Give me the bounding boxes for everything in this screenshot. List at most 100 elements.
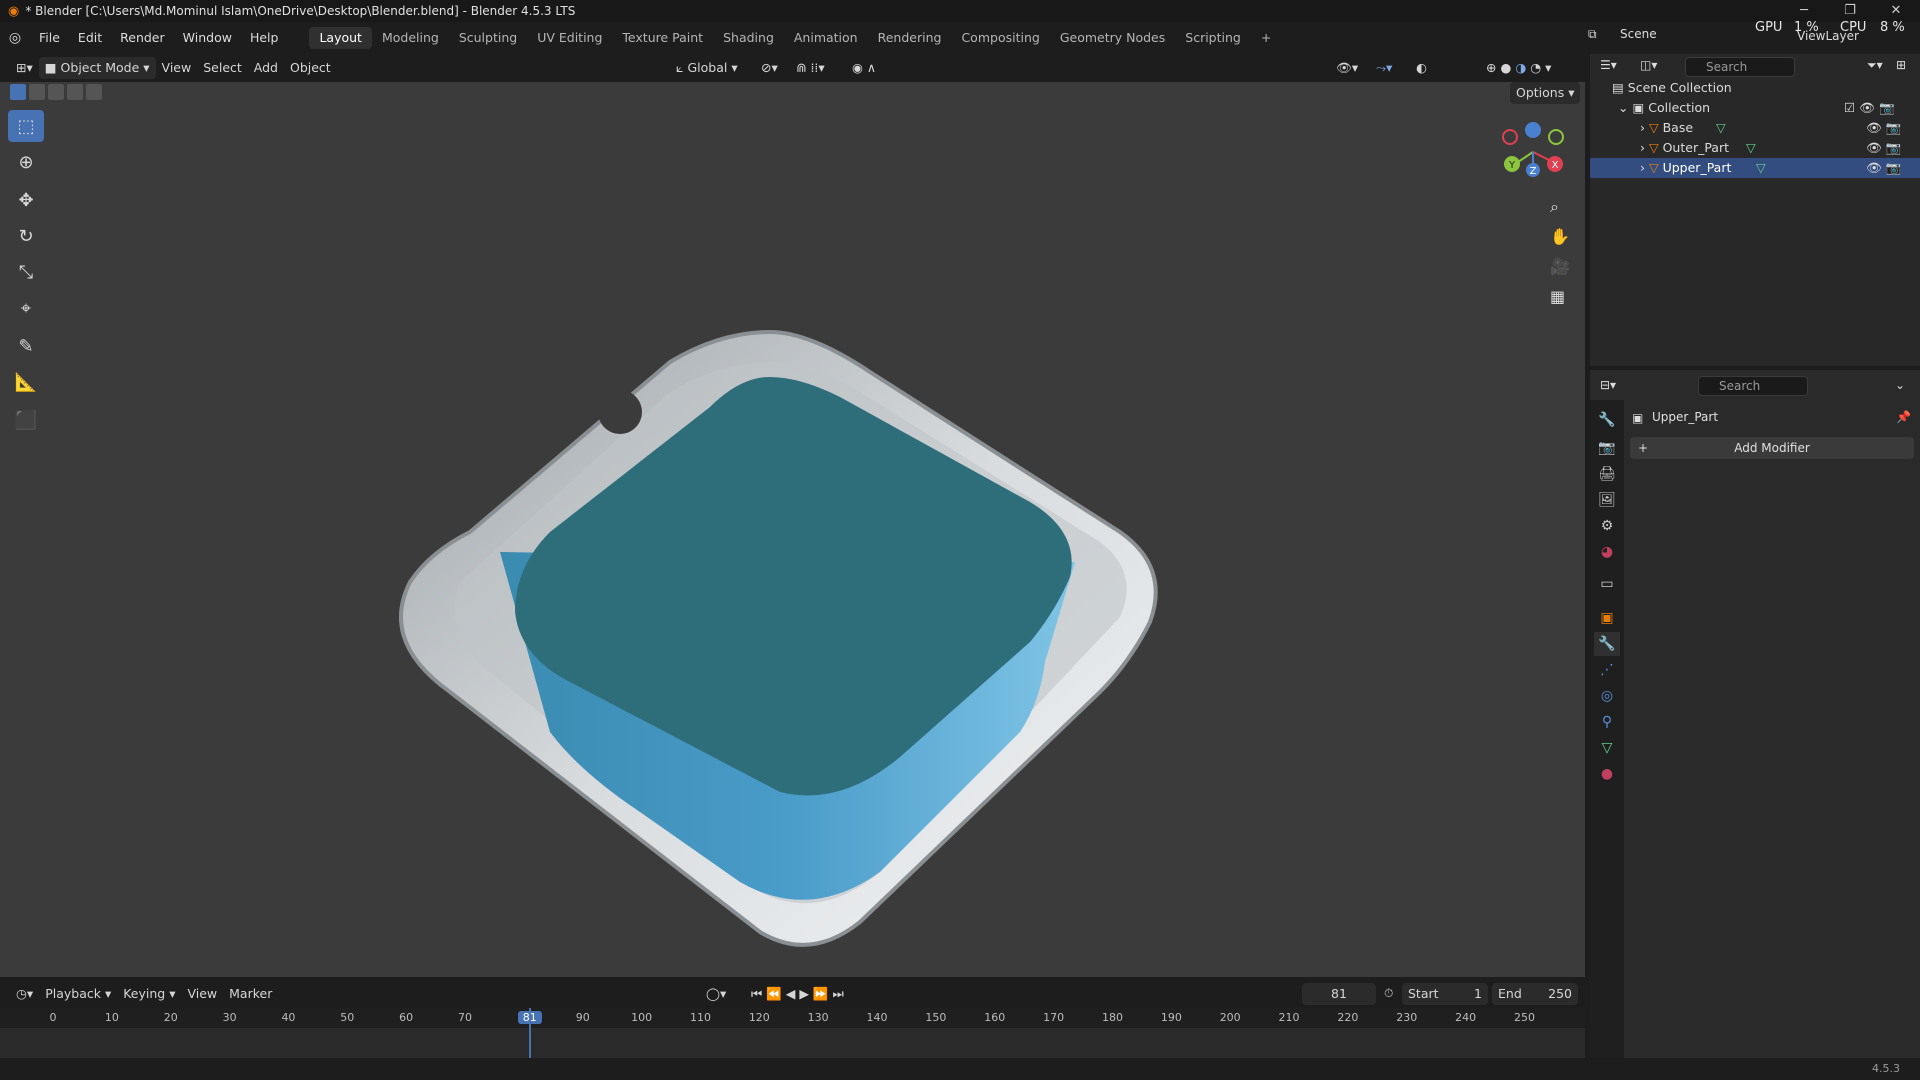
outliner-item-upper-part[interactable]: › ▽ Upper_Part ▽ 👁 📷	[1590, 158, 1920, 178]
tab-uv-editing[interactable]: UV Editing	[527, 27, 612, 49]
maximize-icon[interactable]: ❐	[1830, 2, 1870, 20]
visibility-icon[interactable]: 👁▾	[1330, 57, 1364, 79]
expand-icon[interactable]: ›	[1640, 120, 1645, 135]
properties-editor-icon[interactable]: ⊟▾	[1600, 378, 1616, 392]
physics-tab-icon[interactable]: ◎	[1594, 684, 1620, 708]
shading-modes[interactable]: ⊕ ● ◑ ◔ ▾	[1480, 57, 1557, 79]
collection-row[interactable]: ⌄ ▣ Collection ☑ 👁 📷	[1618, 98, 1918, 118]
data-tab-icon[interactable]: ▽	[1594, 736, 1620, 760]
tray-object-render[interactable]	[340, 232, 1200, 972]
select-mode-buttons[interactable]	[10, 84, 102, 100]
collection-tab-icon[interactable]: ▭	[1594, 572, 1620, 596]
world-tab-icon[interactable]: ◕	[1594, 540, 1620, 564]
orientation-dropdown[interactable]: ⟀ Global ▾	[670, 57, 744, 79]
tab-texture-paint[interactable]: Texture Paint	[612, 27, 713, 49]
pan-hand-icon[interactable]: ✋	[1550, 227, 1570, 246]
scene-name[interactable]: Scene	[1620, 27, 1657, 41]
row-controls[interactable]: 👁 📷	[1866, 138, 1901, 158]
filter-icon[interactable]: ⏷▾	[1867, 58, 1883, 73]
mode-dropdown[interactable]: ■ Object Mode ▾	[38, 57, 156, 79]
add-cube-icon[interactable]: ⬛	[8, 404, 44, 436]
annotate-icon[interactable]: ✎	[8, 330, 44, 362]
tab-rendering[interactable]: Rendering	[868, 27, 952, 49]
menu-timeline-view[interactable]: View	[181, 983, 223, 1005]
scene-tab-icon[interactable]: ⚙	[1594, 514, 1620, 538]
row-controls[interactable]: 👁 📷	[1866, 158, 1901, 178]
proportional-edit-icon[interactable]: ◉ ∧	[846, 57, 882, 79]
output-tab-icon[interactable]: 🖨	[1594, 462, 1620, 486]
material-tab-icon[interactable]: ●	[1594, 762, 1620, 786]
tab-layout[interactable]: Layout	[309, 27, 372, 49]
modifier-tab-icon[interactable]: 🔧	[1594, 632, 1620, 656]
outliner-item-outer-part[interactable]: › ▽ Outer_Part ▽ 👁 📷	[1640, 138, 1918, 158]
menu-keying[interactable]: Keying ▾	[117, 983, 181, 1005]
menu-add[interactable]: Add	[248, 57, 284, 79]
record-icon[interactable]: ◯▾	[700, 983, 732, 1005]
pivot-icon[interactable]: ⊘▾	[755, 57, 784, 79]
perspective-grid-icon[interactable]: ▦	[1550, 287, 1565, 306]
camera-icon[interactable]: 🎥	[1550, 257, 1570, 276]
add-modifier-button[interactable]: + Add Modifier	[1630, 437, 1914, 459]
gizmo-toggle-icon[interactable]: ⤳▾	[1370, 57, 1398, 79]
tab-modeling[interactable]: Modeling	[372, 27, 449, 49]
menu-object[interactable]: Object	[284, 57, 337, 79]
constraints-tab-icon[interactable]: ⚲	[1594, 710, 1620, 734]
tab-compositing[interactable]: Compositing	[951, 27, 1049, 49]
menu-help[interactable]: Help	[241, 27, 288, 49]
move-icon[interactable]: ✥	[8, 184, 44, 216]
options-dropdown[interactable]: Options ▾	[1510, 82, 1581, 104]
scene-collection-row[interactable]: ▤ Scene Collection	[1612, 78, 1732, 98]
cursor-icon[interactable]: ⊕	[8, 146, 44, 178]
tab-scripting[interactable]: Scripting	[1175, 27, 1251, 49]
particles-tab-icon[interactable]: ⋰	[1594, 658, 1620, 682]
minimize-icon[interactable]: ─	[1784, 2, 1824, 20]
row-controls[interactable]: 👁 📷	[1866, 118, 1901, 138]
start-frame-field[interactable]: Start 1	[1402, 983, 1488, 1005]
rotate-icon[interactable]: ↻	[8, 220, 44, 252]
stopwatch-icon[interactable]: ⏱	[1384, 986, 1393, 1001]
end-frame-field[interactable]: End 250	[1492, 983, 1578, 1005]
menu-playback[interactable]: Playback ▾	[39, 983, 117, 1005]
tab-animation[interactable]: Animation	[784, 27, 868, 49]
view-layer-name[interactable]: ViewLayer	[1797, 29, 1859, 43]
menu-file[interactable]: File	[30, 27, 69, 49]
3d-viewport[interactable]: Options ▾ X Y Z ⌕ ✋ 🎥 ▦	[0, 82, 1585, 977]
clock-editor-icon[interactable]: ◷▾	[10, 983, 39, 1005]
editor-type-icon[interactable]: ⊞▾	[10, 57, 39, 79]
select-box-icon[interactable]: ⬚	[8, 110, 44, 142]
outliner-search[interactable]: Search	[1685, 57, 1795, 77]
expand-icon[interactable]: ›	[1640, 160, 1645, 175]
new-collection-icon[interactable]: ⊞	[1896, 58, 1906, 72]
view-layer-tab-icon[interactable]: 🖼	[1594, 488, 1620, 512]
properties-search[interactable]: Search	[1698, 376, 1808, 396]
row-controls[interactable]: ☑ 👁 📷	[1844, 98, 1895, 118]
menu-window[interactable]: Window	[174, 27, 241, 49]
display-mode-icon[interactable]: ◫▾	[1640, 58, 1657, 72]
zoom-icon[interactable]: ⌕	[1550, 197, 1559, 217]
scale-icon[interactable]: ⤡	[8, 256, 44, 288]
frame-ruler[interactable]: 0102030405060708190100110120130140150160…	[0, 1008, 1585, 1028]
menu-marker[interactable]: Marker	[223, 983, 278, 1005]
menu-view[interactable]: View	[156, 57, 198, 79]
object-tab-icon[interactable]: ▣	[1594, 606, 1620, 630]
outliner-editor-icon[interactable]: ☰▾	[1600, 58, 1617, 72]
close-icon[interactable]: ✕	[1876, 2, 1916, 20]
render-tab-icon[interactable]: 📷	[1594, 436, 1620, 460]
snap-icon[interactable]: ⋒ ⁞⁞▾	[790, 57, 831, 79]
tab-geometry-nodes[interactable]: Geometry Nodes	[1050, 27, 1175, 49]
menu-render[interactable]: Render	[111, 27, 174, 49]
playhead[interactable]	[529, 1008, 531, 1058]
blender-menu-icon[interactable]: ◎	[0, 30, 30, 46]
pin-icon[interactable]: 📌	[1896, 410, 1911, 424]
outliner-item-base[interactable]: › ▽ Base ▽ 👁 📷	[1640, 118, 1918, 138]
tab-sculpting[interactable]: Sculpting	[449, 27, 527, 49]
add-workspace-button[interactable]: +	[1251, 27, 1281, 49]
timeline[interactable]: 0102030405060708190100110120130140150160…	[0, 1008, 1585, 1058]
chevron-down-icon[interactable]: ⌄	[1895, 378, 1905, 392]
measure-icon[interactable]: 📐	[8, 366, 44, 398]
tab-shading[interactable]: Shading	[713, 27, 784, 49]
tool-tab-icon[interactable]: 🔧	[1594, 408, 1620, 432]
playback-controls[interactable]: ⏮ ⏪ ◀ ▶ ⏩ ⏭	[745, 983, 850, 1005]
transform-icon[interactable]: ⌖	[8, 292, 44, 324]
menu-select[interactable]: Select	[197, 57, 248, 79]
